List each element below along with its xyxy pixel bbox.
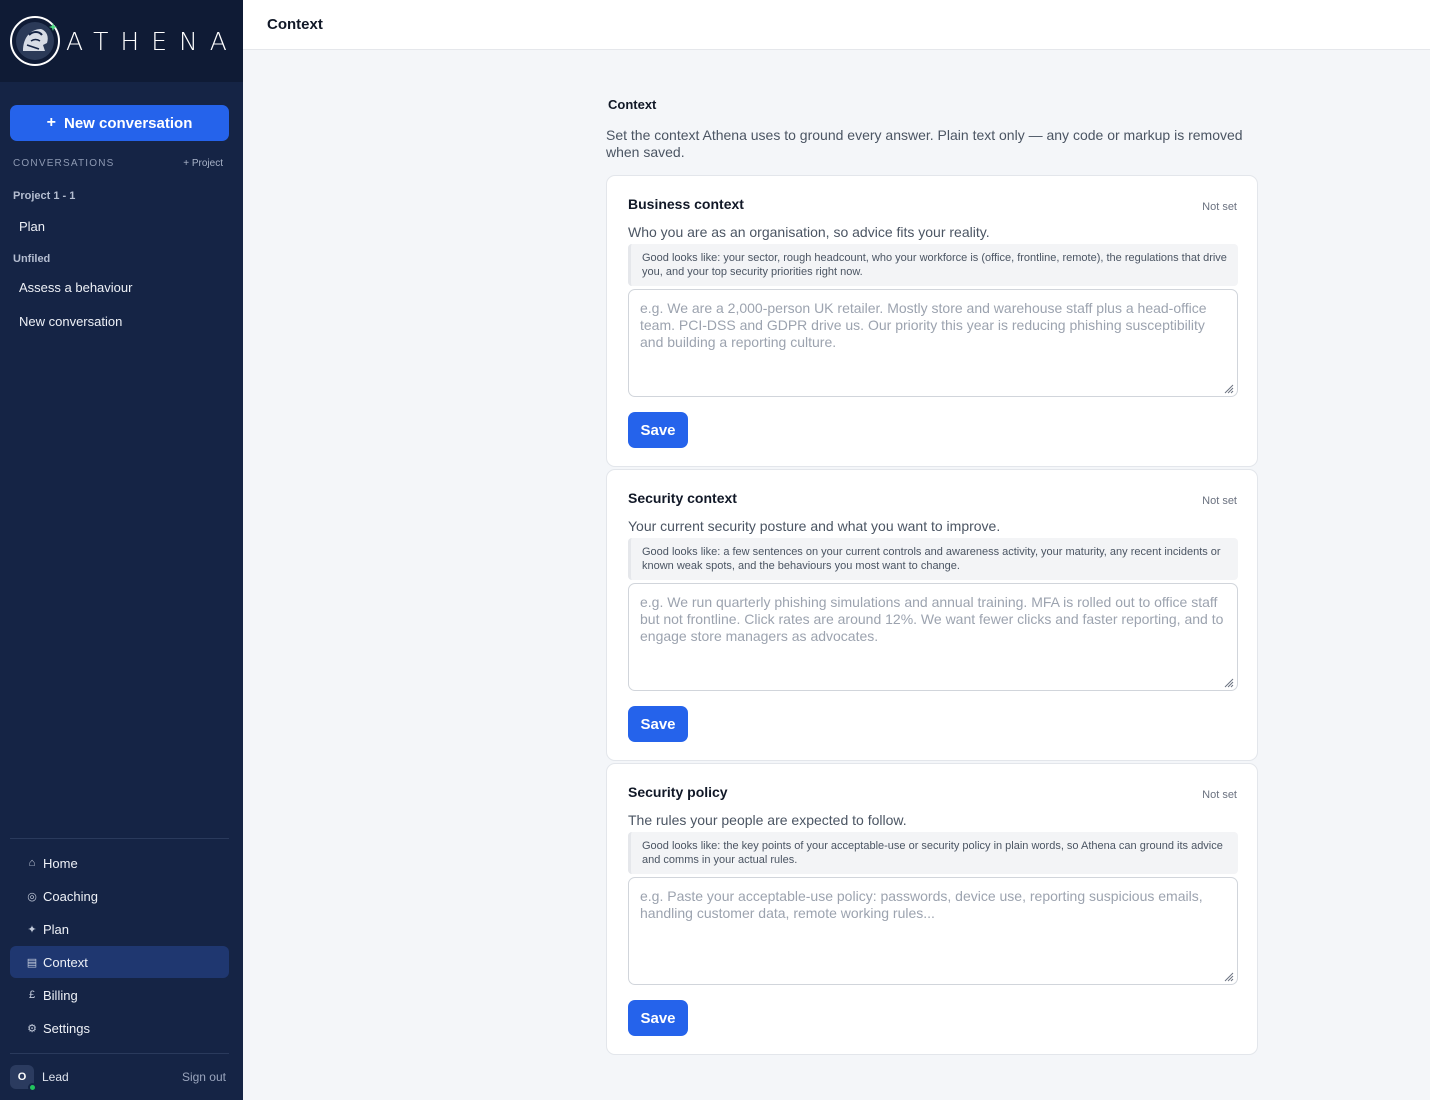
save-button[interactable]: Save	[628, 706, 688, 742]
user-row: O Lead Sign out	[10, 1065, 226, 1092]
save-button[interactable]: Save	[628, 1000, 688, 1036]
card-hint: Good looks like: your sector, rough head…	[628, 244, 1238, 286]
new-conversation-label: New conversation	[63, 114, 193, 132]
sidebar-divider	[10, 838, 229, 839]
section-title: Context	[608, 97, 657, 112]
user-name: Lead	[42, 1070, 69, 1084]
gear-icon: ⚙	[27, 1022, 37, 1035]
card-title: Security policy	[628, 784, 728, 800]
resize-handle-icon[interactable]	[1222, 676, 1234, 688]
pound-icon: £	[28, 989, 36, 1001]
card-hint: Good looks like: the key points of your …	[628, 832, 1238, 874]
card-hint: Good looks like: a few sentences on your…	[628, 538, 1238, 580]
card-title: Business context	[628, 196, 744, 212]
conversations-header: CONVERSATIONS + Project	[13, 158, 223, 169]
security-policy-textarea[interactable]	[628, 877, 1238, 985]
security-context-card: Security context Not set Your current se…	[606, 469, 1258, 761]
nav-item-home[interactable]: ⌂ Home	[10, 847, 229, 879]
resize-handle-icon[interactable]	[1222, 970, 1234, 982]
online-status-icon	[28, 1083, 37, 1092]
security-context-textarea[interactable]	[628, 583, 1238, 691]
card-subtitle: Your current security posture and what y…	[628, 518, 1001, 534]
nav-item-settings[interactable]: ⚙ Settings	[10, 1012, 229, 1044]
business-context-textarea[interactable]	[628, 289, 1238, 397]
conversation-item[interactable]: Plan	[19, 219, 45, 234]
sign-out-link[interactable]: Sign out	[182, 1070, 226, 1084]
sidebar: ATHENA + New conversation CONVERSATIONS …	[0, 0, 243, 1100]
section-description: Set the context Athena uses to ground ev…	[606, 127, 1243, 160]
resize-handle-icon[interactable]	[1222, 382, 1234, 394]
business-context-card: Business context Not set Who you are as …	[606, 175, 1258, 467]
group-label-unfiled: Unfiled	[13, 253, 51, 265]
card-subtitle: Who you are as an organisation, so advic…	[628, 224, 990, 240]
status-badge: Not set	[1202, 495, 1237, 507]
nav-item-context[interactable]: ▤ Context	[10, 946, 229, 978]
page-title: Context	[267, 16, 323, 33]
security-policy-card: Security policy Not set The rules your p…	[606, 763, 1258, 1055]
status-badge: Not set	[1202, 201, 1237, 213]
home-icon: ⌂	[28, 857, 36, 869]
topbar: Context	[243, 0, 1430, 50]
card-title: Security context	[628, 490, 737, 506]
conversation-item[interactable]: New conversation	[19, 314, 122, 329]
status-badge: Not set	[1202, 789, 1237, 801]
main-content: Context Set the context Athena uses to g…	[243, 50, 1430, 1100]
nav-label: Home	[43, 855, 78, 871]
nav-label: Plan	[43, 921, 70, 937]
nav-item-billing[interactable]: £ Billing	[10, 979, 229, 1011]
group-label-project[interactable]: Project 1 - 1	[13, 190, 75, 202]
avatar[interactable]: O	[10, 1065, 37, 1092]
conversation-item[interactable]: Assess a behaviour	[19, 280, 132, 295]
new-conversation-button[interactable]: + New conversation	[10, 105, 229, 141]
nav-item-coaching[interactable]: ◎ Coaching	[10, 880, 229, 912]
nav-label: Settings	[43, 1020, 90, 1036]
avatar-initial: O	[17, 1071, 27, 1083]
nav-item-plan[interactable]: ✦ Plan	[10, 913, 229, 945]
athena-logo-icon[interactable]	[9, 15, 61, 67]
brand-header: ATHENA	[0, 0, 243, 82]
add-project-button[interactable]: + Project	[183, 158, 223, 169]
nav-label: Context	[43, 954, 88, 970]
sparkle-icon: ✦	[27, 923, 37, 936]
card-subtitle: The rules your people are expected to fo…	[628, 812, 907, 828]
plus-icon: +	[46, 114, 56, 131]
nav-label: Coaching	[43, 888, 98, 904]
conversations-heading: CONVERSATIONS	[13, 158, 115, 169]
sidebar-divider	[10, 1053, 229, 1054]
save-button[interactable]: Save	[628, 412, 688, 448]
nav-label: Billing	[43, 987, 78, 1003]
brand-name: ATHENA	[66, 26, 239, 56]
document-icon: ▤	[26, 956, 38, 969]
coaching-icon: ◎	[27, 890, 37, 903]
